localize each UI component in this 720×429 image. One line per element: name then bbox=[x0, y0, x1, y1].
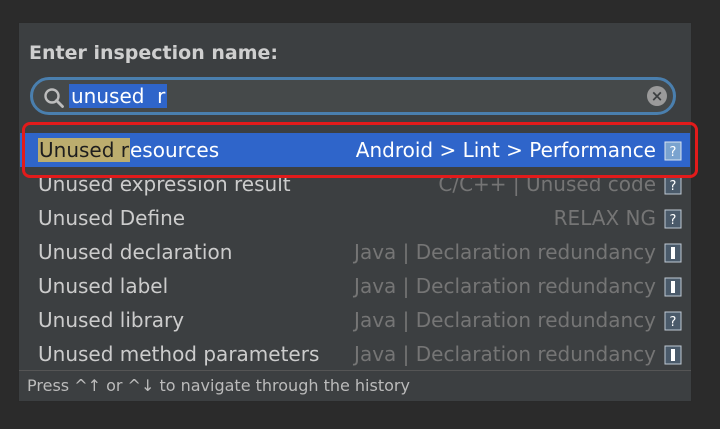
search-field[interactable]: unused r × bbox=[30, 77, 676, 115]
list-item[interactable]: Unused library Java | Declaration redund… bbox=[20, 303, 690, 337]
item-category: Java | Declaration redundancy bbox=[354, 274, 656, 298]
svg-text:?: ? bbox=[670, 315, 677, 330]
dialog-title: Enter inspection name: bbox=[29, 42, 278, 64]
inspection-popup: Enter inspection name: unused r × Unused… bbox=[18, 22, 698, 402]
java-doc-icon bbox=[664, 243, 682, 263]
java-doc-icon bbox=[664, 277, 682, 297]
list-item[interactable]: Unused resources Android > Lint > Perfor… bbox=[20, 133, 690, 167]
item-name: Unused resources bbox=[38, 133, 219, 167]
java-doc-icon bbox=[664, 345, 682, 365]
list-item[interactable]: Unused expression result C/C++ | Unused … bbox=[20, 167, 690, 201]
item-name: Unused Define bbox=[38, 206, 186, 230]
item-category: Java | Declaration redundancy bbox=[354, 342, 656, 366]
help-doc-icon: ? bbox=[664, 311, 682, 331]
item-name: Unused declaration bbox=[38, 240, 233, 264]
list-item[interactable]: Unused label Java | Declaration redundan… bbox=[20, 269, 690, 303]
item-name: Unused label bbox=[38, 274, 169, 298]
match-highlight: Unused r bbox=[38, 138, 130, 162]
results-list: Unused resources Android > Lint > Perfor… bbox=[20, 133, 690, 371]
item-category: Java | Declaration redundancy bbox=[354, 308, 656, 332]
svg-text:?: ? bbox=[670, 179, 677, 194]
clear-icon[interactable]: × bbox=[647, 86, 667, 106]
item-name: Unused library bbox=[38, 308, 185, 332]
search-input[interactable]: unused r bbox=[69, 84, 629, 108]
help-doc-icon: ? bbox=[664, 175, 682, 195]
status-bar: Press ^↑ or ^↓ to navigate through the h… bbox=[19, 370, 691, 401]
item-category: Java | Declaration redundancy bbox=[354, 240, 656, 264]
item-name: Unused expression result bbox=[38, 172, 291, 196]
item-category: RELAX NG bbox=[553, 206, 656, 230]
list-item[interactable]: Unused method parameters Java | Declarat… bbox=[20, 337, 690, 371]
help-doc-icon: ? bbox=[664, 141, 682, 161]
list-item[interactable]: Unused declaration Java | Declaration re… bbox=[20, 235, 690, 269]
item-name: Unused method parameters bbox=[38, 342, 320, 366]
navigation-hint: Press ^↑ or ^↓ to navigate through the h… bbox=[27, 376, 410, 395]
search-input-selected-text: unused r bbox=[69, 84, 168, 108]
svg-text:?: ? bbox=[670, 145, 677, 160]
item-category: Android > Lint > Performance bbox=[355, 138, 656, 162]
list-item[interactable]: Unused Define RELAX NG ? bbox=[20, 201, 690, 235]
item-category: C/C++ | Unused code bbox=[438, 172, 656, 196]
search-icon bbox=[44, 88, 64, 108]
item-name-rest: esources bbox=[130, 138, 220, 162]
svg-text:?: ? bbox=[670, 213, 677, 228]
help-doc-icon: ? bbox=[664, 209, 682, 229]
